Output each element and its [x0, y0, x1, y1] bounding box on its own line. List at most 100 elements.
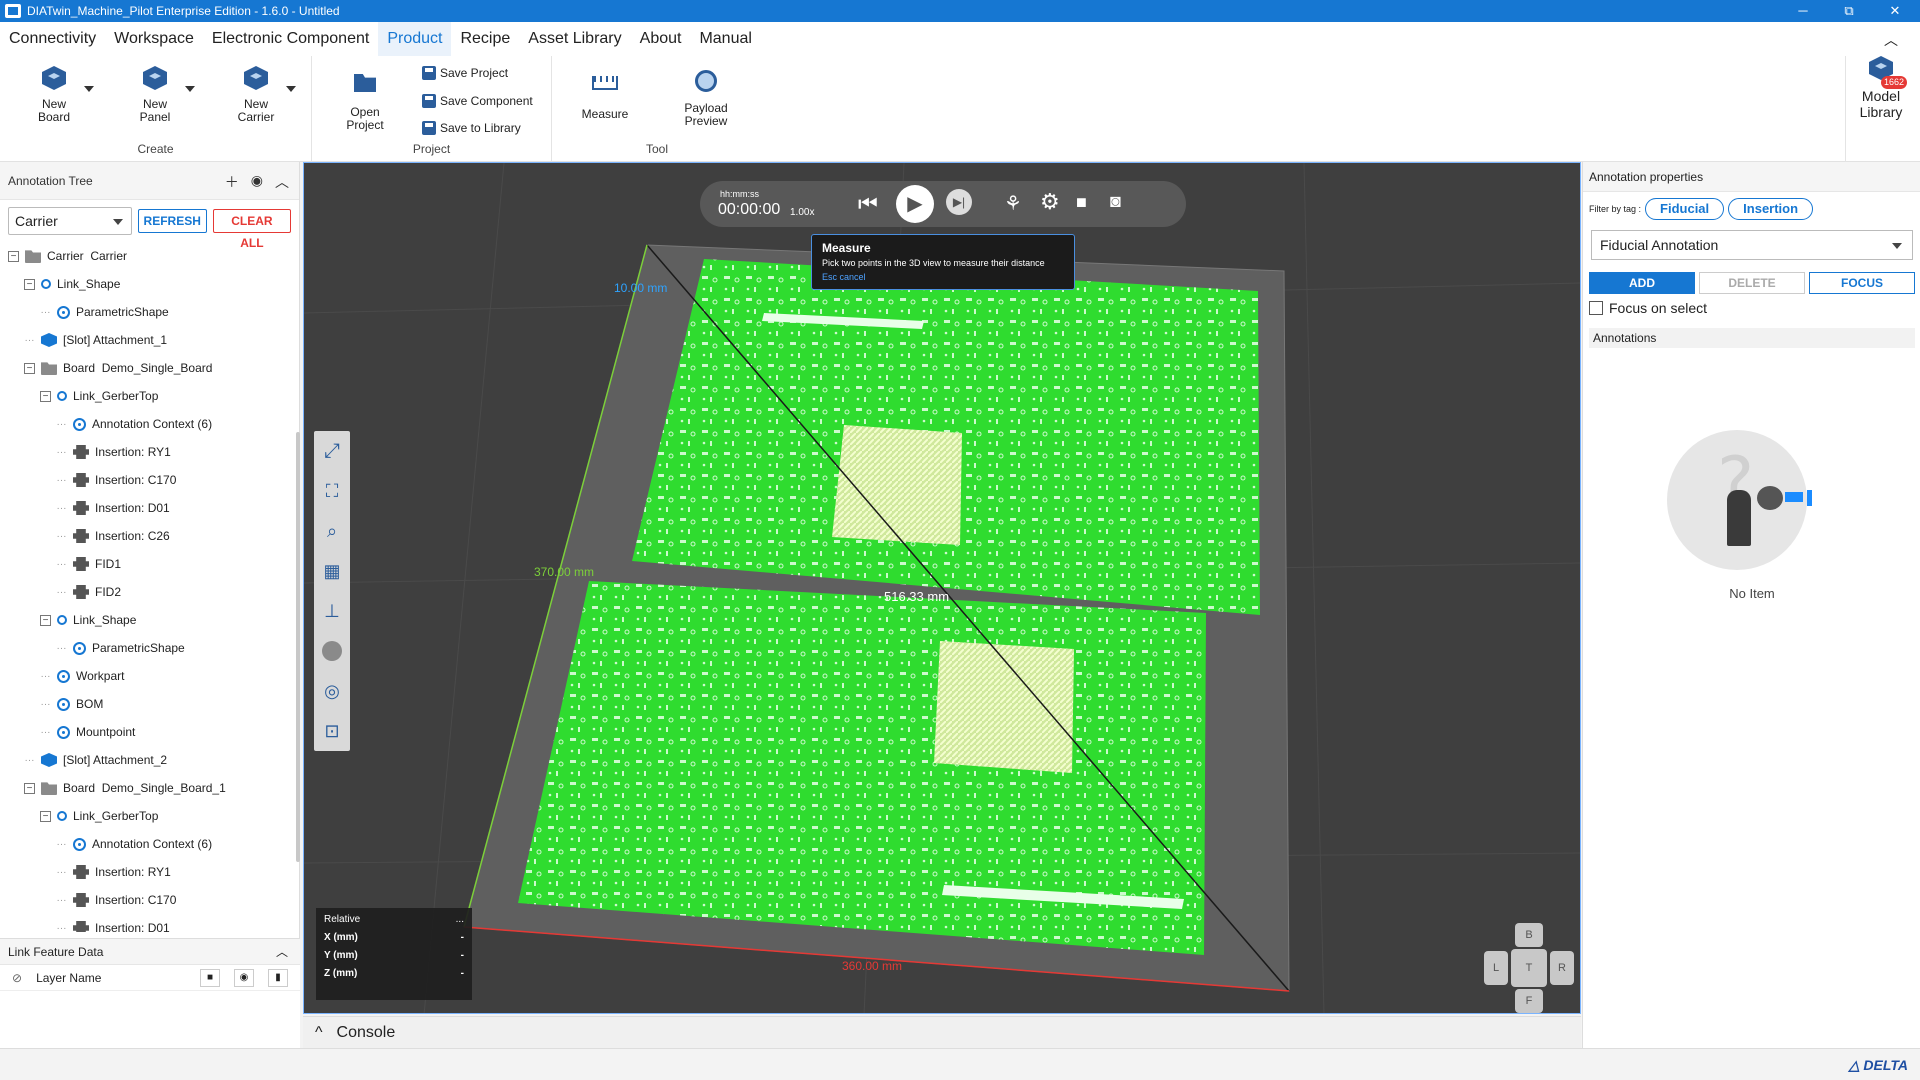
- zoom-icon[interactable]: ⌕: [314, 511, 350, 551]
- sphere-icon[interactable]: [314, 631, 350, 671]
- new-panel-button[interactable]: New Panel: [120, 66, 190, 124]
- tree-row[interactable]: ··· Annotation Context (6): [0, 830, 296, 858]
- visibility-icon[interactable]: ◉: [234, 968, 254, 987]
- speed-display[interactable]: 1.00x: [790, 207, 814, 218]
- tree-row[interactable]: − Link_Shape: [0, 270, 296, 298]
- view-right-button[interactable]: R: [1550, 951, 1574, 985]
- console-bar[interactable]: ^ Console: [303, 1016, 1581, 1048]
- 3d-viewport[interactable]: 10.00 mm 370.00 mm 516.33 mm 360.00 mm h…: [303, 162, 1581, 1014]
- tree-row[interactable]: ··· [Slot] Attachment_1: [0, 326, 296, 354]
- tree-row[interactable]: − Link_GerberTop: [0, 382, 296, 410]
- view-left-button[interactable]: L: [1484, 951, 1508, 985]
- tree-filter-select[interactable]: Carrier: [8, 207, 132, 235]
- tree-row[interactable]: ··· Insertion: D01: [0, 914, 296, 932]
- focus-point-icon[interactable]: ⊡: [314, 711, 350, 751]
- model-library-button[interactable]: 1662 Model Library: [1843, 56, 1919, 120]
- tree-expand-icon[interactable]: −: [24, 278, 35, 290]
- tree-row[interactable]: − Link_GerberTop: [0, 802, 296, 830]
- tree-expand-icon[interactable]: −: [24, 782, 35, 794]
- robot-arm-icon[interactable]: ⚘: [1004, 191, 1022, 216]
- annotation-type-select[interactable]: Fiducial Annotation: [1591, 230, 1913, 260]
- menu-recipe[interactable]: Recipe: [451, 22, 519, 56]
- tree-row[interactable]: ··· Annotation Context (6): [0, 410, 296, 438]
- coords-more-icon[interactable]: ...: [456, 914, 464, 925]
- new-board-dropdown-icon[interactable]: [84, 86, 94, 92]
- save-component-button[interactable]: Save Component: [422, 94, 533, 108]
- new-carrier-button[interactable]: New Carrier: [221, 66, 291, 124]
- menu-about[interactable]: About: [631, 22, 691, 56]
- grid-icon[interactable]: ▦: [314, 551, 350, 591]
- save-project-button[interactable]: Save Project: [422, 66, 508, 80]
- clear-all-button[interactable]: CLEAR ALL: [212, 209, 291, 250]
- camera-icon[interactable]: ◙: [1110, 191, 1121, 212]
- tree-expand-icon[interactable]: −: [40, 810, 51, 822]
- tree-row[interactable]: − Carrier Carrier: [0, 242, 296, 270]
- tree-row[interactable]: − Board Demo_Single_Board_1: [0, 774, 296, 802]
- refresh-button[interactable]: REFRESH: [137, 209, 207, 233]
- measure-button[interactable]: Measure: [570, 70, 640, 121]
- collapse-panel-icon[interactable]: ︿: [275, 172, 289, 192]
- tree-row[interactable]: ··· Mountpoint: [0, 718, 296, 746]
- tree-expand-icon[interactable]: −: [8, 250, 19, 262]
- tree-expand-icon[interactable]: −: [40, 614, 51, 626]
- new-board-button[interactable]: New Board: [19, 66, 89, 124]
- tree-row[interactable]: − Link_Shape: [0, 606, 296, 634]
- play-icon[interactable]: ▶: [896, 185, 934, 223]
- menu-product[interactable]: Product: [378, 22, 452, 56]
- delete-layer-icon[interactable]: ▮: [268, 968, 288, 987]
- tree-row[interactable]: − Board Demo_Single_Board: [0, 354, 296, 382]
- tree-row[interactable]: ··· BOM: [0, 690, 296, 718]
- focus-annotation-button[interactable]: FOCUS: [1809, 272, 1915, 294]
- menu-asset-library[interactable]: Asset Library: [519, 22, 630, 56]
- open-project-button[interactable]: Open Project: [330, 70, 400, 132]
- minimize-button[interactable]: ─: [1780, 0, 1826, 22]
- collapse-link-feature-icon[interactable]: ︿: [276, 939, 288, 965]
- tree-row[interactable]: ··· Insertion: C170: [0, 886, 296, 914]
- lock-icon[interactable]: ■: [200, 968, 220, 987]
- tree-expand-icon[interactable]: −: [24, 362, 35, 374]
- menu-electronic-component[interactable]: Electronic Component: [203, 22, 378, 56]
- tag-insertion-button[interactable]: Insertion: [1728, 198, 1814, 220]
- tree-row[interactable]: ··· Insertion: C170: [0, 466, 296, 494]
- menu-connectivity[interactable]: Connectivity: [0, 22, 105, 56]
- menu-manual[interactable]: Manual: [690, 22, 760, 56]
- fit-selection-icon[interactable]: ⛶: [314, 471, 350, 511]
- tree-row[interactable]: ··· Insertion: RY1: [0, 858, 296, 886]
- axes-icon[interactable]: ⊥: [314, 591, 350, 631]
- save-to-library-button[interactable]: Save to Library: [422, 121, 521, 135]
- skip-back-icon[interactable]: ⏮: [858, 191, 878, 217]
- add-annotation-button[interactable]: ADD: [1589, 272, 1695, 294]
- tag-fiducial-button[interactable]: Fiducial: [1645, 198, 1725, 220]
- orbit-icon[interactable]: ◎: [314, 671, 350, 711]
- tree-row[interactable]: ··· Insertion: C26: [0, 522, 296, 550]
- menu-workspace[interactable]: Workspace: [105, 22, 203, 56]
- collapse-ribbon-icon[interactable]: ︿: [1884, 30, 1898, 50]
- view-top-button[interactable]: T: [1511, 949, 1547, 987]
- delete-annotation-button[interactable]: DELETE: [1699, 272, 1805, 294]
- view-front-button[interactable]: F: [1515, 989, 1543, 1013]
- restore-button[interactable]: ⧉: [1826, 0, 1872, 22]
- tree-row[interactable]: ··· ParametricShape: [0, 298, 296, 326]
- tree-expand-icon[interactable]: −: [40, 390, 51, 402]
- video-camera-icon[interactable]: ■: [1076, 192, 1087, 213]
- tree-scrollbar[interactable]: [296, 432, 300, 862]
- tree-row[interactable]: ··· ParametricShape: [0, 634, 296, 662]
- tree-row[interactable]: ··· FID2: [0, 578, 296, 606]
- add-icon[interactable]: ＋: [225, 172, 239, 192]
- eye-icon[interactable]: ◉: [251, 172, 263, 192]
- console-toggle-icon[interactable]: ^: [315, 1024, 323, 1042]
- view-back-button[interactable]: B: [1515, 923, 1543, 947]
- payload-preview-button[interactable]: Payload Preview: [671, 68, 741, 128]
- tree-row[interactable]: ··· Insertion: D01: [0, 494, 296, 522]
- gear-icon[interactable]: ⚙: [1040, 189, 1060, 215]
- tree-row[interactable]: ··· FID1: [0, 550, 296, 578]
- tree-row[interactable]: ··· Insertion: RY1: [0, 438, 296, 466]
- step-forward-icon[interactable]: ▶|: [946, 189, 972, 215]
- close-button[interactable]: ✕: [1872, 0, 1918, 22]
- fit-all-icon[interactable]: ⤢: [314, 431, 350, 471]
- new-carrier-dropdown-icon[interactable]: [286, 86, 296, 92]
- tree-row[interactable]: ··· [Slot] Attachment_2: [0, 746, 296, 774]
- new-panel-dropdown-icon[interactable]: [185, 86, 195, 92]
- focus-on-select-checkbox[interactable]: [1589, 301, 1603, 315]
- tree-row[interactable]: ··· Workpart: [0, 662, 296, 690]
